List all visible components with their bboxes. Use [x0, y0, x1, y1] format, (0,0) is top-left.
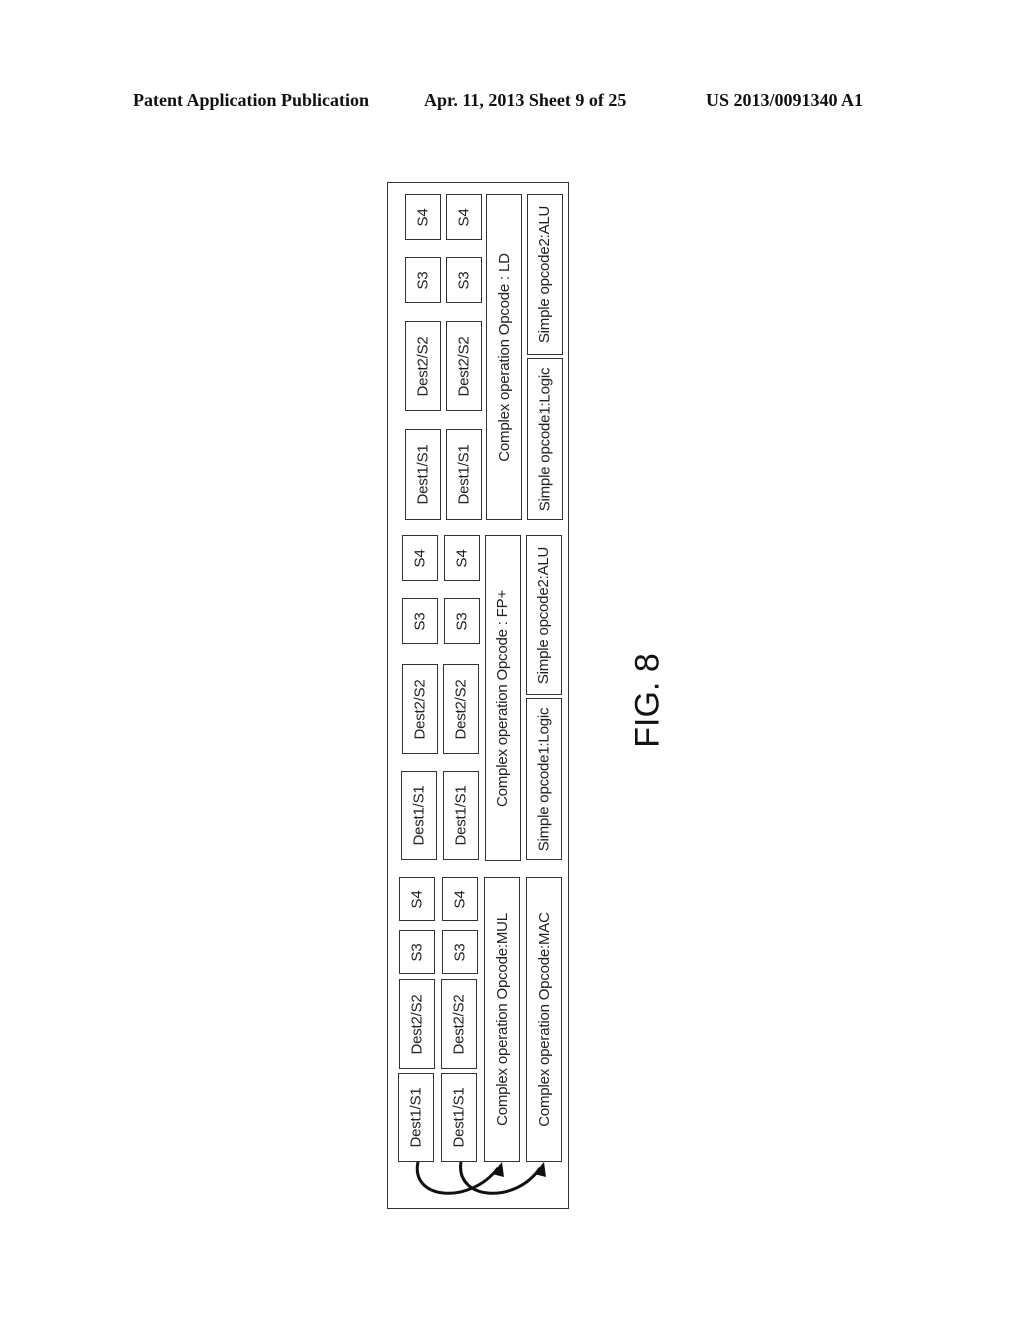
g3-simple-opcode2: Simple opcode2:ALU	[527, 194, 563, 355]
g2-row1-dest2-s2: Dest2/S2	[402, 664, 438, 754]
g1-row2-s4: S4	[442, 877, 478, 921]
g1-row1-s4: S4	[399, 877, 435, 921]
g3-row1-s4: S4	[405, 194, 441, 240]
g3-row1-s3: S3	[405, 257, 441, 303]
g2-row2-s4: S4	[444, 535, 480, 581]
g2-row1-s3: S3	[402, 598, 438, 644]
g3-row2-s3: S3	[446, 257, 482, 303]
g3-row2-s4: S4	[446, 194, 482, 240]
g3-row1-dest2-s2: Dest2/S2	[405, 321, 441, 411]
figure-label: FIG. 8	[628, 652, 667, 748]
g3-simple-opcode1: Simple opcode1:Logic	[527, 358, 563, 520]
g3-row2-dest1-s1: Dest1/S1	[446, 429, 482, 520]
publication-type: Patent Application Publication	[133, 90, 370, 110]
g3-row2-dest2-s2: Dest2/S2	[446, 321, 482, 411]
publication-date-sheet: Apr. 11, 2013 Sheet 9 of 25	[424, 90, 627, 110]
g2-row1-dest1-s1: Dest1/S1	[401, 771, 437, 860]
g2-row2-dest1-s1: Dest1/S1	[443, 771, 479, 860]
g2-simple-opcode2: Simple opcode2:ALU	[526, 535, 562, 695]
g2-row1-s4: S4	[402, 535, 438, 581]
g2-row2-dest2-s2: Dest2/S2	[443, 664, 479, 754]
g1-row1-dest1-s1: Dest1/S1	[398, 1073, 434, 1162]
publication-number: US 2013/0091340 A1	[706, 90, 864, 110]
g2-simple-opcode1: Simple opcode1:Logic	[526, 698, 562, 860]
g3-complex-opcode: Complex operation Opcode : LD	[486, 194, 522, 520]
g2-complex-opcode: Complex operation Opcode : FP+	[485, 535, 521, 861]
g1-row1-s3: S3	[399, 930, 435, 974]
g1-complex-opcode-mac: Complex operation Opcode:MAC	[526, 877, 562, 1162]
g1-row2-dest2-s2: Dest2/S2	[441, 979, 477, 1069]
g1-complex-opcode-mul: Complex operation Opcode:MUL	[484, 877, 520, 1162]
g1-row1-dest2-s2: Dest2/S2	[399, 979, 435, 1069]
g3-row1-dest1-s1: Dest1/S1	[405, 429, 441, 520]
g2-row2-s3: S3	[444, 598, 480, 644]
g1-row2-dest1-s1: Dest1/S1	[441, 1073, 477, 1162]
g1-row2-s3: S3	[442, 930, 478, 974]
